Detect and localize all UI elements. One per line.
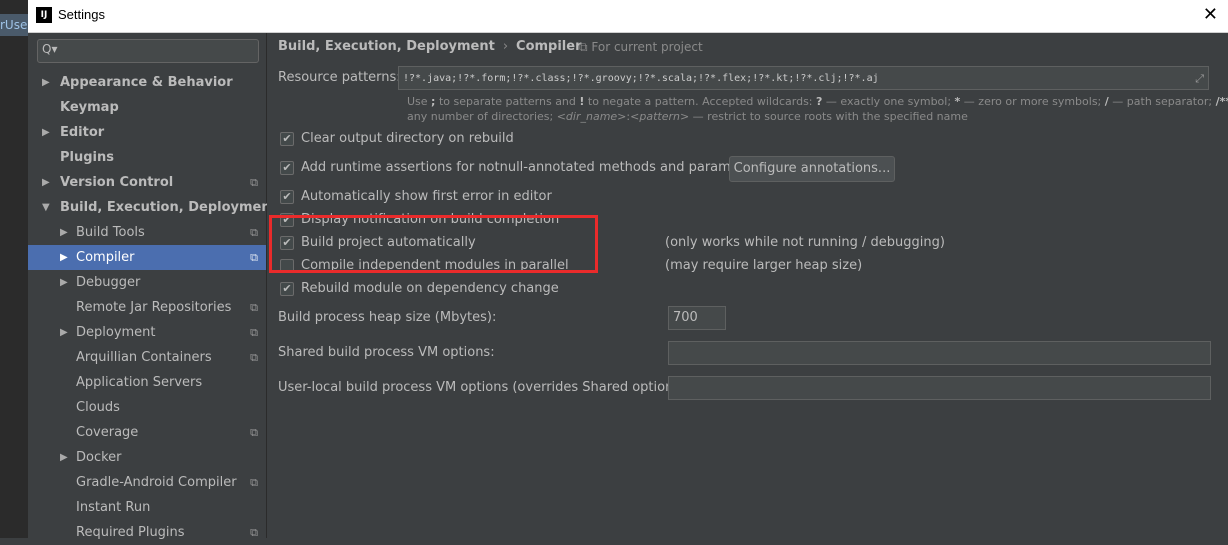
sidebar-item-coverage[interactable]: Coverage ⧉ xyxy=(28,420,266,445)
sidebar-item-clouds[interactable]: Clouds xyxy=(28,395,266,420)
sidebar-item-label: Appearance & Behavior xyxy=(60,75,233,90)
sidebar-item-plugins[interactable]: Plugins xyxy=(28,145,266,170)
sidebar-item-deployment[interactable]: ▶ Deployment ⧉ xyxy=(28,320,266,345)
sidebar-item-label: Instant Run xyxy=(76,500,151,515)
background-ide-strip: rUse xyxy=(0,0,28,538)
project-scope-icon: ⧉ xyxy=(250,426,258,439)
checkbox-check-icon[interactable]: ✔ xyxy=(280,282,294,296)
sidebar-item-appearance-behavior[interactable]: ▶ Appearance & Behavior xyxy=(28,70,266,95)
sidebar-item-application-servers[interactable]: Application Servers xyxy=(28,370,266,395)
checkbox-check-icon[interactable]: ✔ xyxy=(280,161,294,175)
breadcrumb-parent: Build, Execution, Deployment xyxy=(278,39,495,54)
project-scope-icon: ⧉ xyxy=(250,226,258,239)
wildcard-hint-line-2: any number of directories; <dir_name>:<p… xyxy=(407,110,968,123)
project-scope-icon: ⧉ xyxy=(250,476,258,489)
checkbox-check-icon[interactable] xyxy=(280,259,294,273)
window-title: Settings xyxy=(58,7,105,22)
project-scope-icon: ⧉ xyxy=(250,251,258,264)
wildcard-hint-line-1: Use ; to separate patterns and ! to nega… xyxy=(407,95,1228,108)
sidebar-item-required-plugins[interactable]: Required Plugins ⧉ xyxy=(28,520,266,545)
user-vm-options-input[interactable] xyxy=(668,376,1211,400)
intellij-logo-icon: IJ xyxy=(36,7,52,23)
expand-icon[interactable]: ⤢ xyxy=(1195,67,1204,91)
sidebar-item-debugger[interactable]: ▶ Debugger xyxy=(28,270,266,295)
project-scope-icon: ⧉ xyxy=(250,351,258,364)
sidebar-item-version-control[interactable]: ▶ Version Control ⧉ xyxy=(28,170,266,195)
compiler-settings-panel: Build, Execution, Deployment › Compiler ⧉ … xyxy=(267,33,1228,538)
checkbox-check-icon[interactable]: ✔ xyxy=(280,236,294,250)
sidebar-item-label: Deployment xyxy=(76,325,156,340)
collapsed-arrow-icon[interactable]: ▶ xyxy=(42,170,52,195)
sidebar-item-label: Build, Execution, Deployment xyxy=(60,200,277,215)
collapsed-arrow-icon[interactable]: ▶ xyxy=(42,70,52,95)
collapsed-arrow-icon[interactable]: ▶ xyxy=(60,270,70,295)
project-scope-icon: ⧉ xyxy=(250,326,258,339)
sidebar-item-label: Docker xyxy=(76,450,122,465)
search-icon: Q▾ xyxy=(42,42,58,56)
sidebar-item-label: Application Servers xyxy=(76,375,203,390)
sidebar-item-build-execution-deployment[interactable]: ▼ Build, Execution, Deployment xyxy=(28,195,277,220)
sidebar-item-keymap[interactable]: Keymap xyxy=(28,95,266,120)
shared-vm-options-input[interactable] xyxy=(668,341,1211,365)
sidebar-item-label: Required Plugins xyxy=(76,525,185,540)
sidebar-item-build-tools[interactable]: ▶ Build Tools ⧉ xyxy=(28,220,266,245)
breadcrumb-separator-icon: › xyxy=(502,39,509,54)
sidebar-item-arquillian-containers[interactable]: Arquillian Containers ⧉ xyxy=(28,345,266,370)
parallel-modules-note: (may require larger heap size) xyxy=(665,258,863,273)
close-icon[interactable]: ✕ xyxy=(1203,4,1218,25)
sidebar-item-label: Keymap xyxy=(60,100,119,115)
sidebar-item-label: Editor xyxy=(60,125,105,140)
resource-patterns-value: !?*.java;!?*.form;!?*.class;!?*.groovy;!… xyxy=(403,73,879,84)
configure-annotations-button[interactable]: Configure annotations... xyxy=(729,156,895,182)
user-vm-options-label: User-local build process VM options (ove… xyxy=(278,380,690,395)
sidebar-item-docker[interactable]: ▶ Docker xyxy=(28,445,266,470)
sidebar-item-label: Compiler xyxy=(76,250,135,265)
title-bar: IJ Settings ✕ xyxy=(28,0,1228,33)
sidebar-item-label: Plugins xyxy=(60,150,114,165)
collapsed-arrow-icon[interactable]: ▶ xyxy=(60,320,70,345)
breadcrumb-current: Compiler xyxy=(516,39,582,54)
sidebar-item-instant-run[interactable]: Instant Run xyxy=(28,495,266,520)
sidebar-item-remote-jar-repositories[interactable]: Remote Jar Repositories ⧉ xyxy=(28,295,266,320)
collapsed-arrow-icon[interactable]: ▶ xyxy=(60,245,70,270)
project-scope-icon: ⧉ xyxy=(250,176,258,189)
checkbox-check-icon[interactable]: ✔ xyxy=(280,190,294,204)
checkbox-check-icon[interactable]: ✔ xyxy=(280,132,294,146)
sidebar-item-editor[interactable]: ▶ Editor xyxy=(28,120,266,145)
heap-size-label: Build process heap size (Mbytes): xyxy=(278,310,497,325)
collapsed-arrow-icon[interactable]: ▶ xyxy=(60,445,70,470)
for-current-project-label: ⧉ For current project xyxy=(579,40,703,54)
build-automatically-note: (only works while not running / debuggin… xyxy=(665,235,945,250)
sidebar-item-label: Coverage xyxy=(76,425,139,440)
sidebar-item-label: Version Control xyxy=(60,175,174,190)
settings-sidebar: Q▾ ▶ Appearance & Behavior Keymap ▶ Editor Pl… xyxy=(28,33,277,540)
project-scope-icon: ⧉ xyxy=(250,301,258,314)
heap-size-input[interactable]: 700 xyxy=(668,306,726,330)
collapsed-arrow-icon[interactable]: ▶ xyxy=(42,120,52,145)
sidebar-item-label: Arquillian Containers xyxy=(76,350,212,365)
sidebar-item-compiler[interactable]: ▶ Compiler ⧉ xyxy=(28,245,266,270)
breadcrumb: Build, Execution, Deployment › Compiler xyxy=(278,39,582,54)
shared-vm-options-label: Shared build process VM options: xyxy=(278,345,495,360)
sidebar-item-label: Clouds xyxy=(76,400,120,415)
checkbox-check-icon[interactable]: ✔ xyxy=(280,213,294,227)
sidebar-item-label: Build Tools xyxy=(76,225,145,240)
background-editor-tab: rUse xyxy=(0,14,28,36)
resource-patterns-field[interactable]: !?*.java;!?*.form;!?*.class;!?*.groovy;!… xyxy=(398,66,1209,90)
resource-patterns-label: Resource patterns: xyxy=(278,70,401,85)
sidebar-item-gradle-android-compiler[interactable]: Gradle-Android Compiler ⧉ xyxy=(28,470,266,495)
collapsed-arrow-icon[interactable]: ▶ xyxy=(60,220,70,245)
sidebar-item-label: Remote Jar Repositories xyxy=(76,300,232,315)
search-input[interactable]: Q▾ xyxy=(37,39,259,63)
sidebar-item-label: Debugger xyxy=(76,275,141,290)
sidebar-item-label: Gradle-Android Compiler xyxy=(76,475,237,490)
project-scope-icon: ⧉ xyxy=(250,526,258,539)
expanded-arrow-icon[interactable]: ▼ xyxy=(42,195,52,220)
